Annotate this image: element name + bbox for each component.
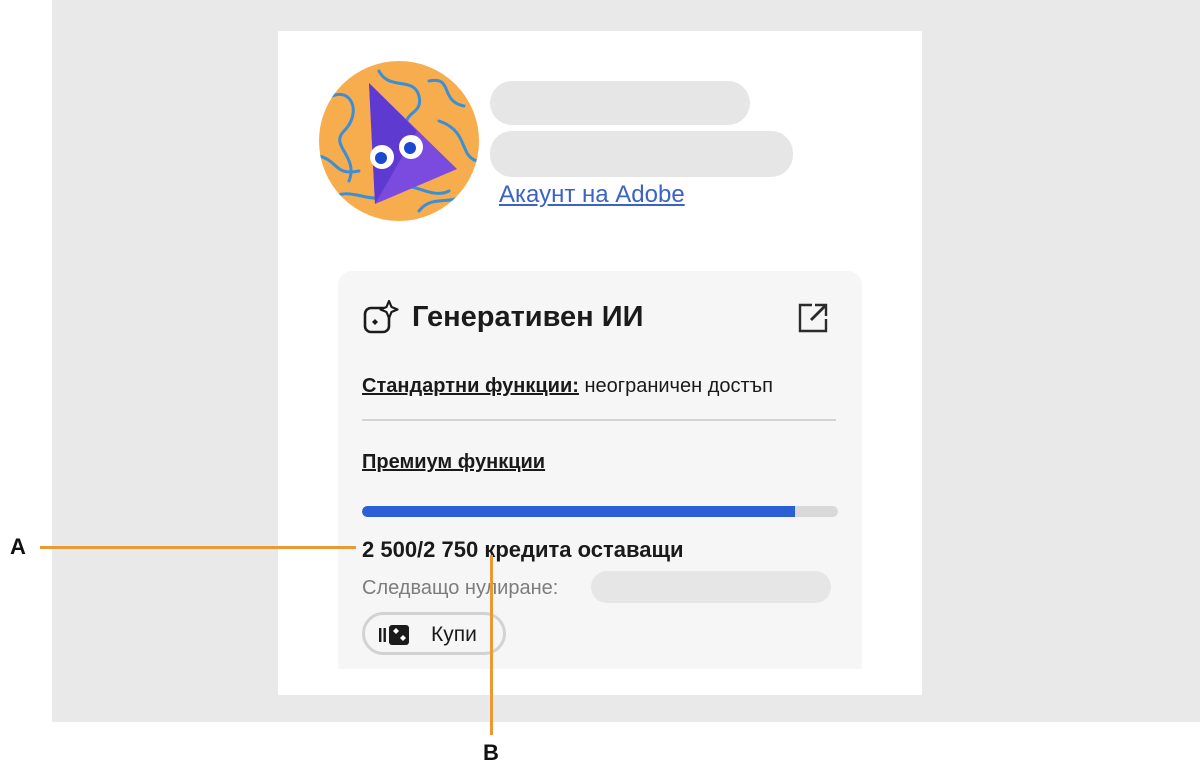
generative-ai-card: Генеративен ИИ Стандартни функции: неогр… [338,271,862,669]
credits-icon [379,625,417,645]
callout-label-a: A [10,534,26,559]
next-reset-label: Следващо нулиране: [362,577,559,599]
reset-date-placeholder [591,571,831,603]
name-placeholder [490,81,750,125]
callout-label-b: B [483,740,499,765]
credits-progress-fill [362,506,796,517]
standard-features-value: неограничен достъп [584,375,773,397]
avatar [319,61,479,221]
avatar-illustration [319,61,479,221]
buy-credits-button[interactable]: Купи [362,612,506,655]
card-title: Генеративен ИИ [412,301,644,333]
account-panel: Акаунт на Adobe Генеративен ИИ Стандартн… [278,31,922,695]
callout-line-a [40,546,356,549]
credits-remaining: 2 500/2 750 кредита оставащи [362,537,684,562]
standard-features-label[interactable]: Стандартни функции: [362,375,579,397]
buy-button-label: Купи [431,623,477,646]
premium-features-label[interactable]: Премиум функции [362,451,545,474]
email-placeholder [490,131,793,177]
callout-line-b [490,555,493,735]
adobe-account-link[interactable]: Акаунт на Adobe [499,181,685,209]
generative-ai-icon [362,299,400,337]
divider [362,419,836,421]
external-link-icon[interactable] [796,301,830,335]
credits-progress-bar [362,506,838,517]
standard-features-row: Стандартни функции: неограничен достъп [362,375,773,398]
